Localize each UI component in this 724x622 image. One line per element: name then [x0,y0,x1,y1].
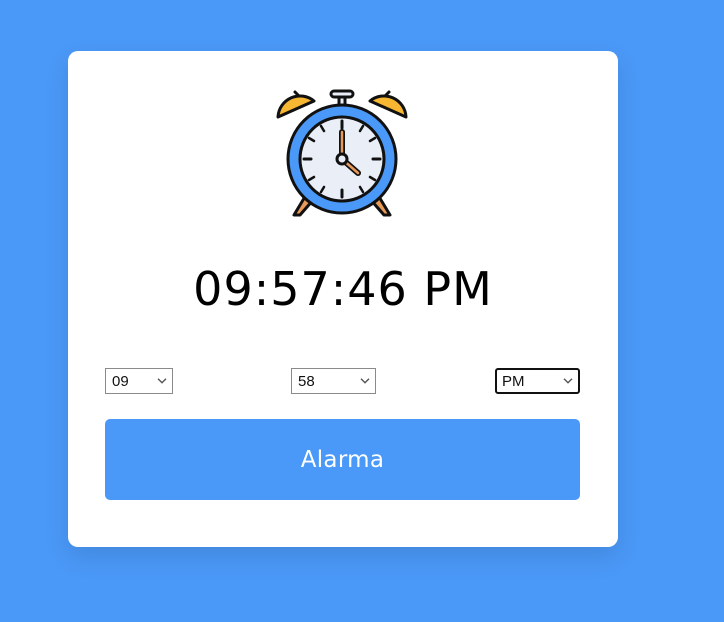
minute-select-value: 58 [298,372,315,390]
chevron-down-icon [563,378,573,384]
chevron-down-icon [157,378,167,384]
hour-select[interactable]: 09 [105,368,173,394]
set-alarm-button[interactable]: Alarma [105,419,580,500]
current-time-display: 09:57:46 PM [193,262,493,316]
ampm-select-value: PM [502,372,525,390]
hour-select-value: 09 [112,372,129,390]
chevron-down-icon [360,378,370,384]
ampm-select[interactable]: PM [495,368,580,394]
minute-select[interactable]: 58 [291,368,376,394]
alarm-card: 09:57:46 PM 09 58 PM Alarma [68,51,618,547]
alarm-clock-icon [274,87,410,223]
